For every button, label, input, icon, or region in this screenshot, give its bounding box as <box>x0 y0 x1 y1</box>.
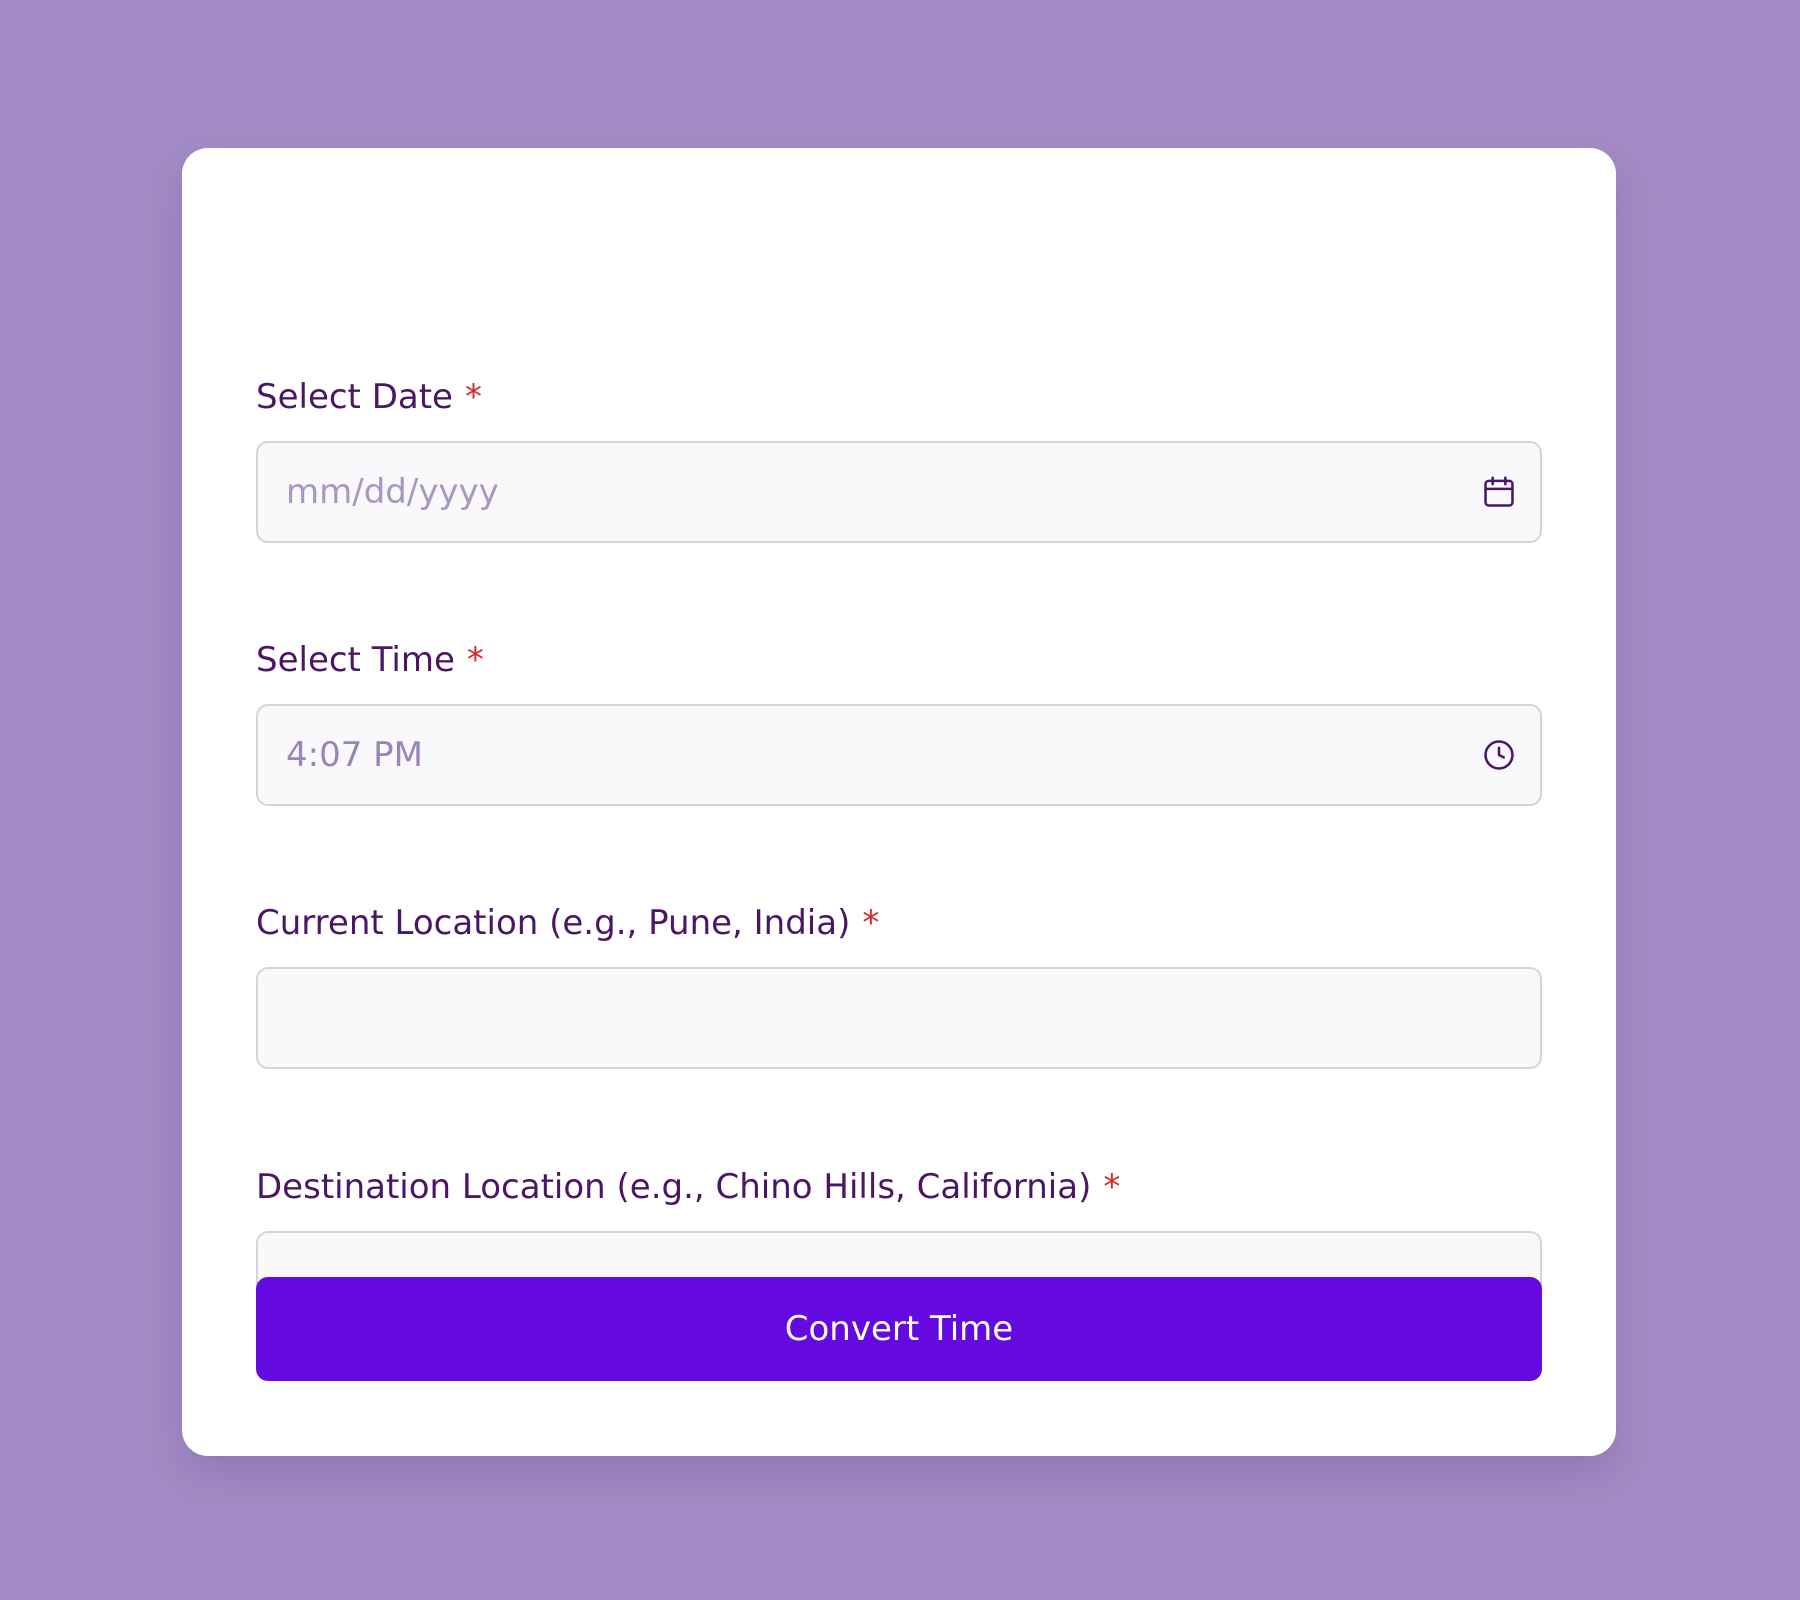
time-input[interactable] <box>258 706 1540 804</box>
clock-icon[interactable] <box>1480 736 1518 774</box>
date-required-mark: * <box>464 377 482 417</box>
current-location-required-mark: * <box>862 903 880 943</box>
current-location-label: Current Location (e.g., Pune, India) * <box>256 903 879 943</box>
current-location-input[interactable] <box>258 969 1540 1067</box>
time-label: Select Time * <box>256 640 484 680</box>
time-field[interactable] <box>256 704 1542 806</box>
time-label-text: Select Time <box>256 640 455 680</box>
date-label: Select Date * <box>256 377 482 417</box>
date-field[interactable] <box>256 441 1542 543</box>
destination-location-required-mark: * <box>1103 1167 1121 1207</box>
current-location-field[interactable] <box>256 967 1542 1069</box>
destination-location-label: Destination Location (e.g., Chino Hills,… <box>256 1167 1120 1207</box>
calendar-icon[interactable] <box>1480 473 1518 511</box>
time-required-mark: * <box>466 640 484 680</box>
converter-card: Select Date * Select Time * Current Locati… <box>182 148 1616 1456</box>
current-location-label-text: Current Location (e.g., Pune, India) <box>256 903 851 943</box>
date-input[interactable] <box>258 443 1540 541</box>
destination-location-label-text: Destination Location (e.g., Chino Hills,… <box>256 1167 1092 1207</box>
date-label-text: Select Date <box>256 377 453 417</box>
convert-time-button[interactable]: Convert Time <box>256 1277 1542 1381</box>
